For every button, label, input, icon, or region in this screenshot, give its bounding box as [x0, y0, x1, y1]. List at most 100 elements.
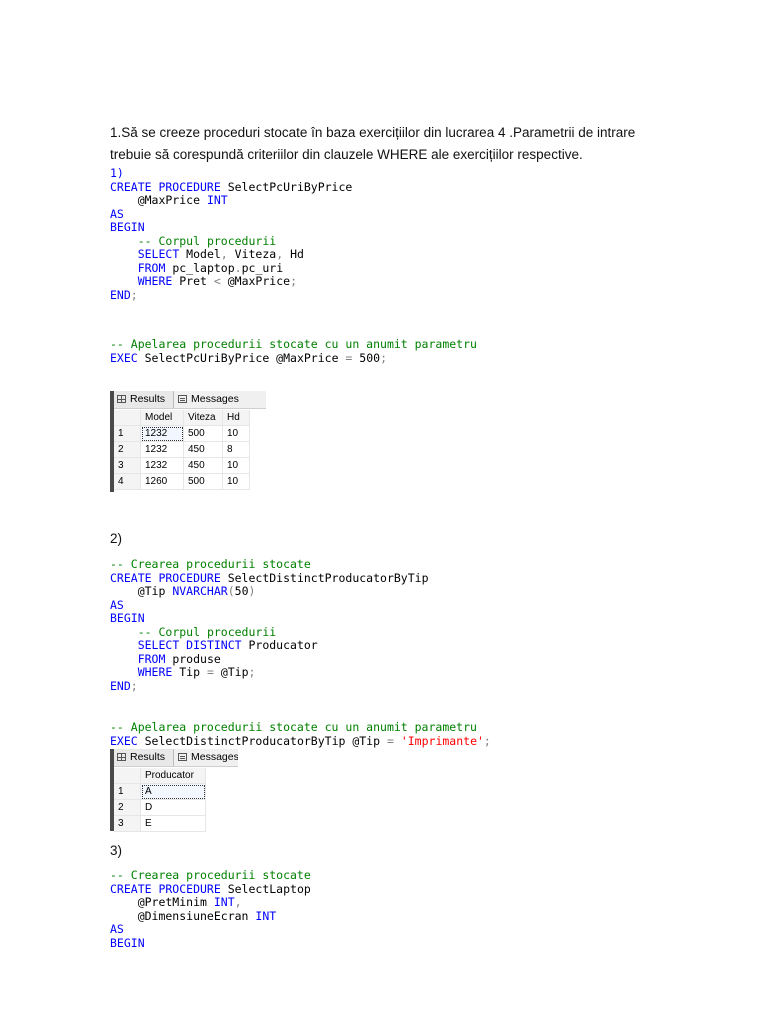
table-cell[interactable]: 500 [183, 473, 223, 490]
code-line: FROM pc_laptop.pc_uri [110, 260, 352, 276]
code-token: INT [255, 908, 277, 923]
code-token: @MaxPrice [110, 193, 207, 207]
code-token: SelectPcUriByPrice @MaxPrice [137, 350, 346, 365]
code-block-1: 1) CREATE PROCEDURE SelectPcUriByPrice @M… [110, 166, 353, 302]
results-tab-label: Results [130, 751, 166, 763]
code-token: ; [290, 274, 297, 288]
column-header-hd[interactable]: Hd [222, 410, 250, 426]
table-cell[interactable]: 450 [183, 457, 223, 474]
table-cell[interactable]: A [140, 783, 206, 800]
messages-tab[interactable]: Messages [175, 749, 238, 766]
code-token: ; [380, 350, 387, 365]
code-block-1-call: -- Apelarea procedurii stocate cu un anu… [110, 337, 477, 365]
results-grid-2: Results Messages Producator 1A2D3E [110, 749, 238, 832]
table-cell[interactable]: E [140, 815, 206, 832]
results-tab[interactable]: Results [114, 391, 174, 408]
code-token: , [220, 247, 228, 261]
table-row[interactable]: 2D [114, 799, 206, 816]
code-token: SelectPcUriByPrice [220, 179, 353, 194]
code-token: ( [227, 584, 235, 598]
table-row[interactable]: 3 1232 450 10 [114, 457, 250, 474]
table-cell[interactable]: 10 [222, 425, 250, 442]
results-tabbar: Results Messages [114, 391, 266, 409]
code-token: CREATE PROCEDURE [110, 881, 221, 896]
code-line: -- Corpul procedurii [110, 234, 352, 249]
code-token: -- Crearea procedurii stocate [110, 868, 311, 882]
code-token: FROM [137, 260, 166, 275]
table-row[interactable]: 3E [114, 815, 206, 832]
header-row: Model Viteza Hd [114, 410, 250, 426]
column-header-viteza[interactable]: Viteza [183, 410, 223, 426]
table-cell[interactable]: 1260 [140, 473, 184, 490]
code-line: BEGIN [110, 935, 311, 951]
code-token: Model [179, 247, 221, 261]
code-token: 50 [234, 584, 249, 598]
table-row[interactable]: 1A [114, 783, 206, 800]
code-token: CREATE PROCEDURE [110, 570, 221, 585]
table-cell[interactable]: 450 [183, 441, 223, 458]
messages-icon [178, 395, 187, 403]
section-number-3: 3) [110, 843, 123, 858]
code-line: CREATE PROCEDURE SelectLaptop [110, 881, 311, 897]
table-cell[interactable]: 10 [222, 457, 250, 474]
code-line: -- Apelarea procedurii stocate cu un anu… [110, 337, 477, 352]
table-row[interactable]: 2 1232 450 8 [114, 441, 250, 458]
code-line: @DimensiuneEcran INT [110, 908, 311, 924]
code-line: BEGIN [110, 220, 352, 235]
results-body: 1A2D3E [114, 783, 206, 832]
code-token: NVARCHAR [172, 584, 228, 598]
code-token: FROM [137, 651, 166, 666]
table-cell[interactable]: 1232 [140, 441, 184, 458]
code-line: AS [110, 207, 352, 222]
table-cell[interactable]: 1232 [140, 457, 184, 474]
table-cell[interactable]: 10 [222, 473, 250, 490]
row-number[interactable]: 1 [114, 783, 141, 800]
column-header-model[interactable]: Model [140, 410, 184, 426]
code-token: BEGIN [110, 935, 145, 950]
code-token: SelectDistinctProducatorByTip [220, 570, 429, 585]
table-cell[interactable]: 8 [222, 441, 250, 458]
code-token: BEGIN [110, 220, 145, 234]
code-token: = [206, 665, 214, 679]
code-token: 'Imprimante' [400, 733, 484, 748]
code-token: -- Apelarea procedurii stocate cu un anu… [110, 337, 477, 351]
code-token: Hd [283, 247, 304, 261]
code-token: EXEC [110, 350, 138, 365]
row-number[interactable]: 3 [114, 457, 141, 474]
code-token: EXEC [110, 733, 138, 748]
messages-tab-label: Messages [191, 751, 238, 763]
table-row[interactable]: 4 1260 500 10 [114, 473, 250, 490]
row-number[interactable]: 4 [114, 473, 141, 490]
results-table: Model Viteza Hd 1 1232 500 10 2 1232 450 8 3 1232… [114, 410, 250, 490]
row-number[interactable]: 2 [114, 441, 141, 458]
grid-icon [117, 753, 126, 761]
results-tabbar: Results Messages [114, 749, 238, 767]
code-block-2-call: -- Apelarea procedurii stocate cu un anu… [110, 720, 491, 748]
code-token: ; [248, 665, 256, 679]
table-cell[interactable]: D [140, 799, 206, 816]
row-number[interactable]: 2 [114, 799, 141, 816]
code-token: CREATE PROCEDURE [110, 179, 221, 194]
row-number[interactable]: 1 [114, 425, 141, 442]
messages-tab[interactable]: Messages [175, 391, 263, 408]
code-token: BEGIN [110, 611, 145, 625]
table-cell[interactable]: 1232 [140, 425, 184, 442]
table-cell[interactable]: 500 [183, 425, 223, 442]
code-token: < [213, 274, 221, 288]
column-header-producator[interactable]: Producator [140, 768, 206, 784]
messages-icon [178, 753, 187, 761]
table-row[interactable]: 1 1232 500 10 [114, 425, 250, 442]
row-number[interactable]: 3 [114, 815, 141, 832]
code-line: @PretMinim INT, [110, 895, 311, 910]
code-line: @MaxPrice INT [110, 193, 352, 208]
results-tab[interactable]: Results [114, 749, 174, 766]
code-line: AS [110, 598, 429, 613]
code-token: @Tip [110, 584, 173, 598]
code-line: SELECT Model, Viteza, Hd [110, 247, 352, 262]
